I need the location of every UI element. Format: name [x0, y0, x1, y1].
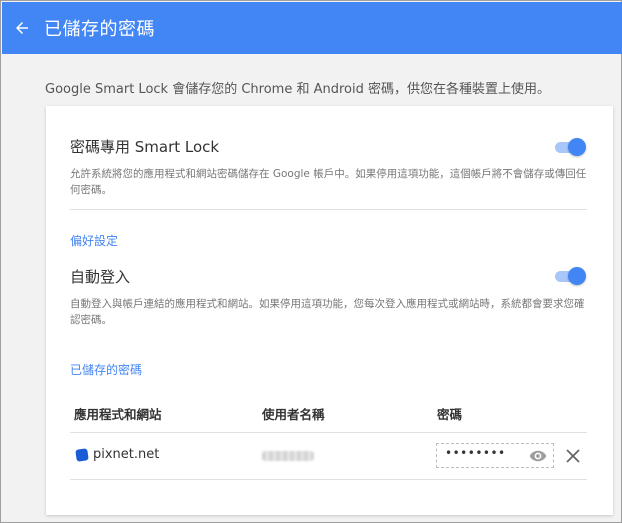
- smart-lock-title: 密碼專用 Smart Lock: [70, 138, 220, 156]
- top-app-bar: 已儲存的密碼: [2, 2, 622, 54]
- column-header-site: 應用程式和網站: [74, 407, 162, 422]
- preferences-label: 偏好設定: [70, 234, 119, 248]
- username-redacted: [262, 451, 314, 461]
- table-divider-bottom: [70, 479, 587, 480]
- settings-card: 密碼專用 Smart Lock 允許系統將您的應用程式和網站密碼儲存在 Goog…: [46, 106, 613, 515]
- close-icon[interactable]: [565, 448, 581, 464]
- app-frame: 已儲存的密碼 Google Smart Lock 會儲存您的 Chrome 和 …: [0, 0, 622, 523]
- auto-signin-title: 自動登入: [70, 268, 131, 286]
- page-title: 已儲存的密碼: [44, 19, 155, 40]
- toggle-knob: [568, 138, 586, 156]
- smart-lock-description: 允許系統將您的應用程式和網站密碼儲存在 Google 帳戶中。如果停用這項功能，…: [70, 168, 587, 196]
- intro-text: Google Smart Lock 會儲存您的 Chrome 和 Android…: [45, 82, 550, 97]
- password-mask: ••••••••: [445, 446, 506, 460]
- auto-signin-description: 自動登入與帳戶連結的應用程式和網站。如果停用這項功能，您每次登入應用程式或網站時…: [70, 298, 585, 326]
- eye-icon[interactable]: [529, 449, 547, 463]
- toggle-knob: [568, 267, 586, 285]
- password-field[interactable]: ••••••••: [436, 443, 554, 468]
- back-button[interactable]: [2, 2, 42, 54]
- saved-passwords-label: 已儲存的密碼: [70, 363, 143, 377]
- column-header-username: 使用者名稱: [262, 407, 325, 422]
- pixnet-favicon-icon: [75, 448, 89, 462]
- divider: [70, 209, 587, 210]
- auto-signin-toggle[interactable]: [555, 267, 586, 285]
- smart-lock-toggle[interactable]: [555, 138, 586, 156]
- column-header-password: 密碼: [437, 407, 463, 422]
- site-name[interactable]: pixnet.net: [93, 447, 159, 462]
- table-divider: [70, 432, 587, 433]
- arrow-left-icon: [16, 22, 28, 34]
